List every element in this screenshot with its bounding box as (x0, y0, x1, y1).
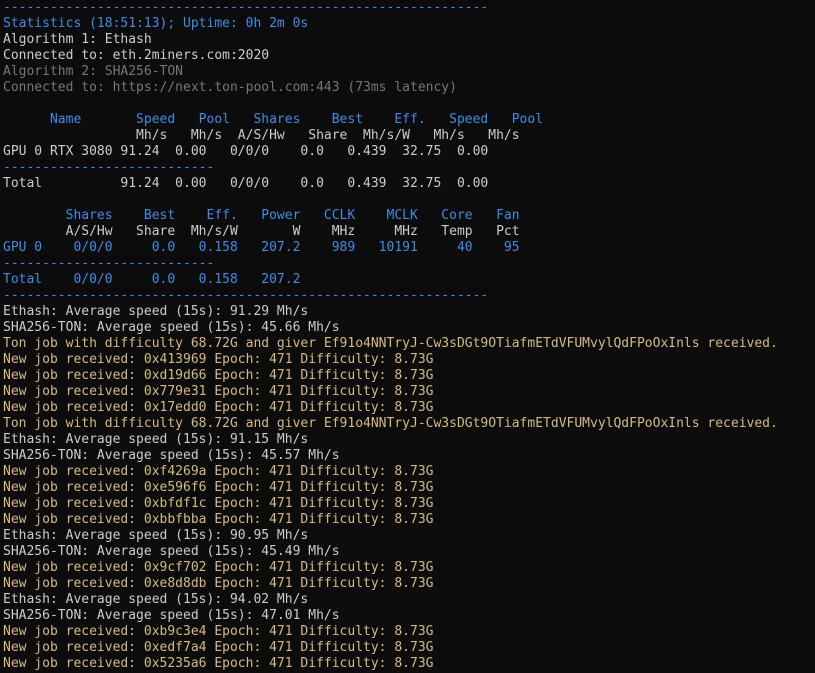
log-line: SHA256-TON: Average speed (15s): 45.66 M… (3, 320, 340, 335)
hw-table-row: GPU 0 0/0/0 0.0 0.158 207.2 989 10191 40… (3, 240, 520, 255)
log-line: New job received: 0x779e31 Epoch: 471 Di… (3, 384, 434, 399)
log-line: New job received: 0x17edd0 Epoch: 471 Di… (3, 400, 434, 415)
connection-1-line: Connected to: eth.2miners.com:2020 (3, 48, 270, 63)
statistics-line: Statistics (18:51:13); Uptime: 0h 2m 0s (3, 16, 309, 31)
gpu-table-divider: --------------------------- (3, 160, 215, 175)
log-line: New job received: 0xe596f6 Epoch: 471 Di… (3, 480, 434, 495)
log-line: Ton job with difficulty 68.72G and giver… (3, 416, 778, 431)
hw-table-header-1: Shares Best Eff. Power CCLK MCLK Core Fa… (3, 208, 520, 223)
log-line: New job received: 0xe8d8db Epoch: 471 Di… (3, 576, 434, 591)
log-line: Ethash: Average speed (15s): 91.29 Mh/s (3, 304, 309, 319)
separator-bottom: ----------------------------------------… (3, 288, 489, 303)
hw-table-total: Total 0/0/0 0.0 0.158 207.2 (3, 272, 301, 287)
log-line: New job received: 0xedf7a4 Epoch: 471 Di… (3, 640, 434, 655)
log-line: Ethash: Average speed (15s): 90.95 Mh/s (3, 528, 309, 543)
log-line: SHA256-TON: Average speed (15s): 45.57 M… (3, 448, 340, 463)
algorithm-1-line: Algorithm 1: Ethash (3, 32, 152, 47)
hw-table-divider: --------------------------- (3, 256, 215, 271)
connection-2-line: Connected to: https://next.ton-pool.com:… (3, 80, 457, 95)
hw-table-header-2: A/S/Hw Share Mh/s/W W MHz MHz Temp Pct (3, 224, 520, 239)
log-line: Ethash: Average speed (15s): 91.15 Mh/s (3, 432, 309, 447)
log-line: SHA256-TON: Average speed (15s): 47.01 M… (3, 608, 340, 623)
log-line: New job received: 0xb9c3e4 Epoch: 471 Di… (3, 624, 434, 639)
log-line: New job received: 0xf4269a Epoch: 471 Di… (3, 464, 434, 479)
gpu-table-row: GPU 0 RTX 3080 91.24 0.00 0/0/0 0.0 0.43… (3, 144, 489, 159)
log-line: SHA256-TON: Average speed (15s): 45.49 M… (3, 544, 340, 559)
log-line: Ethash: Average speed (15s): 94.02 Mh/s (3, 592, 309, 607)
log-line: New job received: 0x5235a6 Epoch: 471 Di… (3, 656, 434, 671)
log-line: New job received: 0xbfdf1c Epoch: 471 Di… (3, 496, 434, 511)
separator-top: ----------------------------------------… (3, 0, 489, 15)
terminal-window[interactable]: --------------------------- -------------… (0, 0, 815, 673)
log-line: New job received: 0x9cf702 Epoch: 471 Di… (3, 560, 434, 575)
log-line: New job received: 0xd19d66 Epoch: 471 Di… (3, 368, 434, 383)
gpu-table-header-2: Mh/s Mh/s A/S/Hw Share Mh/s/W Mh/s Mh/s (3, 128, 520, 143)
gpu-table-header-1: Name Speed Pool Shares Best Eff. Speed P… (3, 112, 544, 127)
log-line: New job received: 0x413969 Epoch: 471 Di… (3, 352, 434, 367)
algorithm-2-line: Algorithm 2: SHA256-TON (3, 64, 184, 79)
gpu-table-total: Total 91.24 0.00 0/0/0 0.0 0.439 32.75 0… (3, 176, 489, 191)
log-line: New job received: 0xbbfbba Epoch: 471 Di… (3, 512, 434, 527)
log-line: Ton job with difficulty 68.72G and giver… (3, 336, 778, 351)
